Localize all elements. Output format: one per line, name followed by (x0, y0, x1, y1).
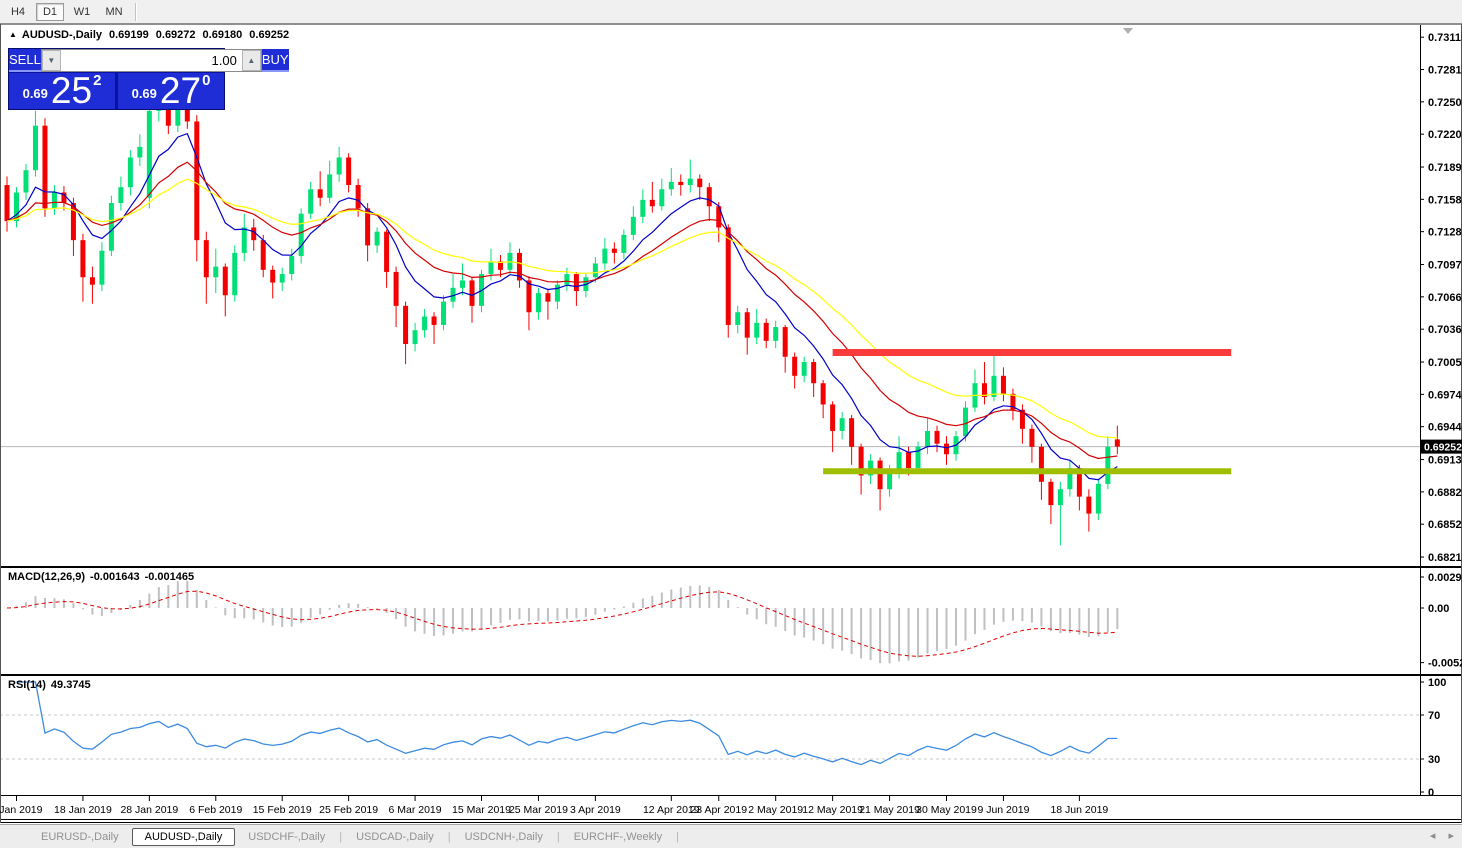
tab-separator: | (339, 831, 342, 843)
chart-tab-bar: EURUSD-,Daily AUDUSD-,Daily USDCHF-,Dail… (0, 824, 1462, 848)
main-macd-divider[interactable] (0, 566, 1462, 568)
svg-text:0.70970: 0.70970 (1428, 260, 1462, 272)
timeframe-button-h4[interactable]: H4 (4, 3, 32, 21)
svg-text:9 Jun 2019: 9 Jun 2019 (977, 804, 1029, 816)
svg-text:9 Jan 2019: 9 Jan 2019 (0, 804, 43, 816)
svg-text:0.69440: 0.69440 (1428, 422, 1462, 434)
svg-text:0.73115: 0.73115 (1428, 32, 1462, 44)
svg-text:0.72810: 0.72810 (1428, 65, 1462, 77)
volume-increase-button[interactable]: ▲ (242, 50, 261, 71)
tab-audusd-daily[interactable]: AUDUSD-,Daily (132, 828, 236, 846)
svg-text:0.68825: 0.68825 (1428, 487, 1462, 499)
chart-title: ▲ AUDUSD-,Daily 0.69199 0.69272 0.69180 0.692… (9, 29, 289, 41)
svg-text:70: 70 (1428, 710, 1440, 722)
tab-usdcad-daily[interactable]: USDCAD-,Daily (343, 828, 447, 846)
sell-price-display[interactable]: 0.69 25 2 (9, 73, 115, 109)
timeframe-button-mn[interactable]: MN (100, 3, 128, 21)
mt4-application: H4 D1 W1 MN 0.73115 0.72810 0.72505 0.72200… (0, 0, 1462, 848)
macd-signal-value: -0.001465 (145, 571, 195, 583)
svg-text:0.69130: 0.69130 (1428, 455, 1462, 467)
tab-scroll-left-icon[interactable]: ◂ (1430, 830, 1436, 842)
ohlc-close: 0.69252 (249, 29, 289, 41)
tab-scroll-right-icon[interactable]: ▸ (1448, 830, 1454, 842)
svg-text:100: 100 (1428, 677, 1446, 689)
svg-text:0.71585: 0.71585 (1428, 194, 1462, 206)
svg-text:0.70665: 0.70665 (1428, 292, 1462, 304)
svg-text:18 Jan 2019: 18 Jan 2019 (54, 804, 112, 816)
tab-eurchf-weekly[interactable]: EURCHF-,Weekly (561, 828, 675, 846)
buy-price-prefix: 0.69 (132, 86, 157, 101)
svg-text:21 May 2019: 21 May 2019 (859, 804, 920, 816)
tab-separator: | (676, 831, 679, 843)
svg-text:28 Jan 2019: 28 Jan 2019 (120, 804, 178, 816)
svg-text:0.71890: 0.71890 (1428, 162, 1462, 174)
buy-price-pipette: 0 (202, 72, 210, 89)
chart-window: 0.73115 0.72810 0.72505 0.72200 0.71890 0.715… (0, 24, 1462, 824)
rsi-name: RSI(14) (8, 679, 46, 691)
svg-text:0.70360: 0.70360 (1428, 324, 1462, 336)
timeframe-button-w1[interactable]: W1 (68, 3, 96, 21)
svg-text:0.72200: 0.72200 (1428, 129, 1462, 141)
svg-text:15 Mar 2019: 15 Mar 2019 (452, 804, 511, 816)
rsi-indicator-label: RSI(14) 49.3745 (8, 679, 96, 691)
svg-text:2 May 2019: 2 May 2019 (748, 804, 803, 816)
svg-text:12 May 2019: 12 May 2019 (802, 804, 863, 816)
collapse-triangle-icon[interactable]: ▲ (9, 30, 17, 39)
tab-separator: | (448, 831, 451, 843)
svg-text:30: 30 (1428, 754, 1440, 766)
svg-text:6 Mar 2019: 6 Mar 2019 (389, 804, 442, 816)
svg-text:0.71280: 0.71280 (1428, 227, 1462, 239)
one-click-trade-panel: SELL ▼ ▲ BUY 0.69 25 2 0.69 27 0 (8, 48, 225, 110)
svg-text:25 Mar 2019: 25 Mar 2019 (509, 804, 568, 816)
svg-text:30 May 2019: 30 May 2019 (916, 804, 977, 816)
volume-decrease-button[interactable]: ▼ (42, 50, 61, 71)
macd-value: -0.001643 (90, 571, 140, 583)
volume-input[interactable] (61, 50, 242, 71)
sell-price-prefix: 0.69 (23, 86, 48, 101)
svg-text:0.68520: 0.68520 (1428, 519, 1462, 531)
svg-text:0.69252: 0.69252 (1424, 442, 1462, 454)
ohlc-high: 0.69272 (156, 29, 196, 41)
macd-name: MACD(12,26,9) (8, 571, 85, 583)
tab-usdchf-daily[interactable]: USDCHF-,Daily (235, 828, 338, 846)
timeframe-button-d1[interactable]: D1 (36, 3, 64, 21)
svg-text:0.70050: 0.70050 (1428, 357, 1462, 369)
buy-price-big: 27 (160, 76, 201, 106)
ohlc-low: 0.69180 (203, 29, 243, 41)
toolbar-separator (135, 3, 137, 21)
volume-control: ▼ ▲ (41, 49, 262, 72)
buy-price-display[interactable]: 0.69 27 0 (118, 73, 224, 109)
ohlc-open: 0.69199 (109, 29, 149, 41)
rsi-value: 49.3745 (51, 679, 91, 691)
price-chart-canvas[interactable]: 0.73115 0.72810 0.72505 0.72200 0.71890 0.715… (0, 24, 1462, 824)
svg-text:6 Feb 2019: 6 Feb 2019 (189, 804, 242, 816)
svg-text:0.69745: 0.69745 (1428, 389, 1462, 401)
svg-text:18 Jun 2019: 18 Jun 2019 (1050, 804, 1108, 816)
svg-text:0.72505: 0.72505 (1428, 97, 1462, 109)
svg-text:0.68210: 0.68210 (1428, 552, 1462, 564)
macd-rsi-divider[interactable] (0, 674, 1462, 676)
sell-price-big: 25 (51, 76, 92, 106)
macd-indicator-label: MACD(12,26,9) -0.001643 -0.001465 (8, 571, 199, 583)
sell-button[interactable]: SELL (9, 49, 41, 72)
svg-text:0.002984: 0.002984 (1428, 572, 1462, 584)
timeframe-toolbar: H4 D1 W1 MN (0, 0, 1462, 24)
chart-symbol-label: AUDUSD-,Daily (22, 29, 102, 41)
svg-text:3 Apr 2019: 3 Apr 2019 (570, 804, 621, 816)
svg-text:0.00: 0.00 (1428, 603, 1449, 615)
svg-text:25 Feb 2019: 25 Feb 2019 (319, 804, 378, 816)
svg-text:0: 0 (1428, 787, 1434, 799)
tab-eurusd-daily[interactable]: EURUSD-,Daily (28, 828, 132, 846)
sell-price-pipette: 2 (93, 72, 101, 89)
svg-text:-0.005256: -0.005256 (1428, 658, 1462, 670)
buy-button[interactable]: BUY (262, 49, 289, 72)
tab-usdcnh-daily[interactable]: USDCNH-,Daily (452, 828, 556, 846)
tab-separator: | (557, 831, 560, 843)
svg-text:23 Apr 2019: 23 Apr 2019 (690, 804, 747, 816)
svg-text:15 Feb 2019: 15 Feb 2019 (253, 804, 312, 816)
